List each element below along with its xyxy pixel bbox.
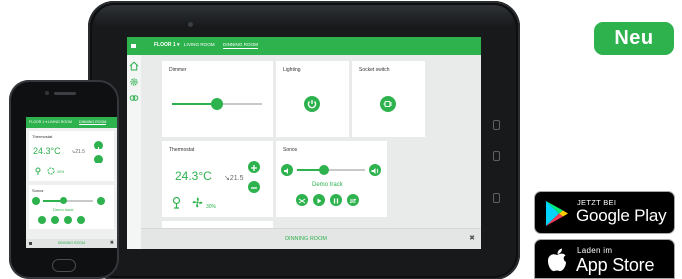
- sonos-title: Sonos: [32, 188, 44, 193]
- phone-front-camera: [45, 91, 49, 95]
- apple-icon: [548, 248, 566, 272]
- tablet-sidebar: [127, 55, 141, 249]
- pause-button[interactable]: [330, 194, 342, 206]
- lighting-tile[interactable]: Lighting: [276, 61, 349, 137]
- tab-dinning-room[interactable]: DINNING ROOM: [79, 120, 107, 125]
- google-play-badge[interactable]: JETZT BEI Google Play: [534, 191, 675, 234]
- minus-icon: [251, 187, 257, 189]
- sonos-track-title: Demo track: [53, 207, 74, 212]
- tablet-side-button[interactable]: [493, 193, 500, 203]
- app-store-title: App Store: [576, 255, 655, 275]
- phone-bottom-bar: DINNING ROOM ✖: [26, 239, 117, 248]
- volume-down-button[interactable]: [32, 197, 40, 205]
- sonos-card[interactable]: Sonos Demo track: [29, 185, 114, 229]
- volume-slider-knob[interactable]: [319, 165, 330, 175]
- current-room-label: DINNING ROOM: [57, 241, 86, 245]
- gear-icon[interactable]: [129, 77, 139, 87]
- pause-button[interactable]: [64, 216, 72, 224]
- current-temperature: 24.3°C: [33, 146, 61, 156]
- tablet-bezel-sheen: [94, 5, 514, 27]
- new-badge: Neu: [594, 22, 674, 55]
- tab-living-room[interactable]: LIVING ROOM: [48, 120, 72, 124]
- phone-speaker: [54, 92, 76, 95]
- close-icon[interactable]: ✖: [110, 240, 114, 246]
- fan-speed-value: 30%: [206, 204, 217, 210]
- dimmer-slider-knob[interactable]: [211, 98, 223, 110]
- play-button[interactable]: [313, 194, 325, 206]
- thermostat-tile[interactable]: Thermostat 24.3°C ↘21.5 30%: [162, 141, 273, 217]
- repeat-icon: [349, 198, 357, 204]
- tablet-top-bar: FLOOR 1 ▾ LIVING ROOM DINNING ROOM: [127, 37, 481, 55]
- volume-slider[interactable]: [43, 200, 93, 202]
- current-temperature: 24.3°C: [175, 169, 212, 183]
- socket-toggle-button[interactable]: [380, 96, 396, 112]
- dimmer-tile[interactable]: Dimmer: [162, 61, 273, 137]
- fan-icon[interactable]: [191, 196, 204, 209]
- shuffle-button[interactable]: [38, 216, 46, 224]
- volume-up-button[interactable]: [369, 164, 381, 176]
- tab-dinning-room[interactable]: DINNING ROOM: [223, 42, 258, 49]
- socket-switch-tile[interactable]: Socket switch: [352, 61, 425, 137]
- fan-mode-icon[interactable]: [170, 196, 183, 209]
- minus-icon: [96, 163, 101, 164]
- lighting-power-button[interactable]: [304, 96, 320, 112]
- promo-scene: Neu JETZT BEI Google Play Laden im App S…: [0, 0, 682, 279]
- volume-up-button[interactable]: [97, 197, 105, 205]
- google-play-icon: [546, 201, 568, 226]
- tablet-side-button[interactable]: [493, 120, 500, 130]
- home-icon[interactable]: [129, 61, 139, 71]
- dimmer-title: Dimmer: [169, 67, 187, 73]
- sonos-track-title: Demo track: [312, 182, 343, 188]
- phone-top-bar: FLOOR 1 ▾ LIVING ROOM DINNING ROOM: [26, 117, 117, 128]
- target-temperature: ↘21.5: [71, 149, 85, 155]
- fan-speed-value: 30%: [57, 170, 65, 174]
- shuffle-button[interactable]: [296, 194, 308, 206]
- pause-icon: [333, 198, 339, 204]
- temperature-increase-button[interactable]: [94, 141, 103, 152]
- tablet-bottom-bar: DINNING ROOM ✖: [141, 228, 481, 249]
- repeat-button[interactable]: [77, 216, 85, 224]
- lighting-title: Lighting: [283, 67, 301, 73]
- tablet-screen: FLOOR 1 ▾ LIVING ROOM DINNING ROOM Dimme…: [127, 37, 481, 249]
- shuffle-icon: [298, 198, 306, 204]
- app-store-badge[interactable]: Laden im App Store: [534, 239, 675, 279]
- link-icon[interactable]: [129, 93, 139, 103]
- temperature-decrease-button[interactable]: [94, 155, 103, 164]
- plug-icon: [383, 100, 392, 108]
- app-store-caption: Laden im: [577, 246, 613, 255]
- sonos-title: Sonos: [283, 147, 298, 153]
- plus-icon: [96, 147, 101, 152]
- power-icon: [307, 100, 317, 109]
- volume-slider[interactable]: [297, 169, 365, 171]
- tablet-side-button[interactable]: [493, 151, 500, 161]
- volume-down-button[interactable]: [281, 164, 293, 176]
- volume-slider-knob[interactable]: [59, 197, 67, 204]
- tab-living-room[interactable]: LIVING ROOM: [184, 42, 215, 47]
- temperature-decrease-button[interactable]: [248, 181, 260, 193]
- menu-icon[interactable]: [131, 44, 136, 48]
- thermostat-title: Thermostat: [32, 134, 53, 139]
- phone-screen: FLOOR 1 ▾ LIVING ROOM DINNING ROOM Therm…: [26, 117, 117, 248]
- close-icon[interactable]: ✖: [469, 234, 475, 242]
- temperature-increase-button[interactable]: [248, 161, 260, 173]
- tab-floor[interactable]: FLOOR 1 ▾: [154, 42, 180, 48]
- thermostat-title: Thermostat: [169, 147, 195, 153]
- play-icon: [317, 198, 322, 204]
- socket-switch-title: Socket switch: [359, 67, 390, 73]
- speaker-high-icon: [371, 168, 379, 174]
- thermostat-card[interactable]: Thermostat 24.3°C ↘21.5 30%: [29, 131, 114, 181]
- phone-home-button[interactable]: [52, 259, 76, 272]
- plus-icon: [251, 165, 257, 171]
- speaker-low-icon: [284, 168, 288, 174]
- repeat-button[interactable]: [347, 194, 359, 206]
- google-play-title: Google Play: [576, 206, 667, 225]
- tablet-camera: [188, 22, 193, 27]
- play-button[interactable]: [51, 216, 59, 224]
- fan-mode-icon[interactable]: [34, 167, 42, 175]
- current-room-label: DINNING ROOM: [285, 236, 327, 242]
- tab-floor[interactable]: FLOOR 1 ▾: [29, 120, 47, 124]
- target-temperature: ↘21.5: [224, 175, 244, 182]
- fan-icon[interactable]: [47, 167, 55, 175]
- sonos-tile[interactable]: Sonos Demo track: [276, 141, 387, 217]
